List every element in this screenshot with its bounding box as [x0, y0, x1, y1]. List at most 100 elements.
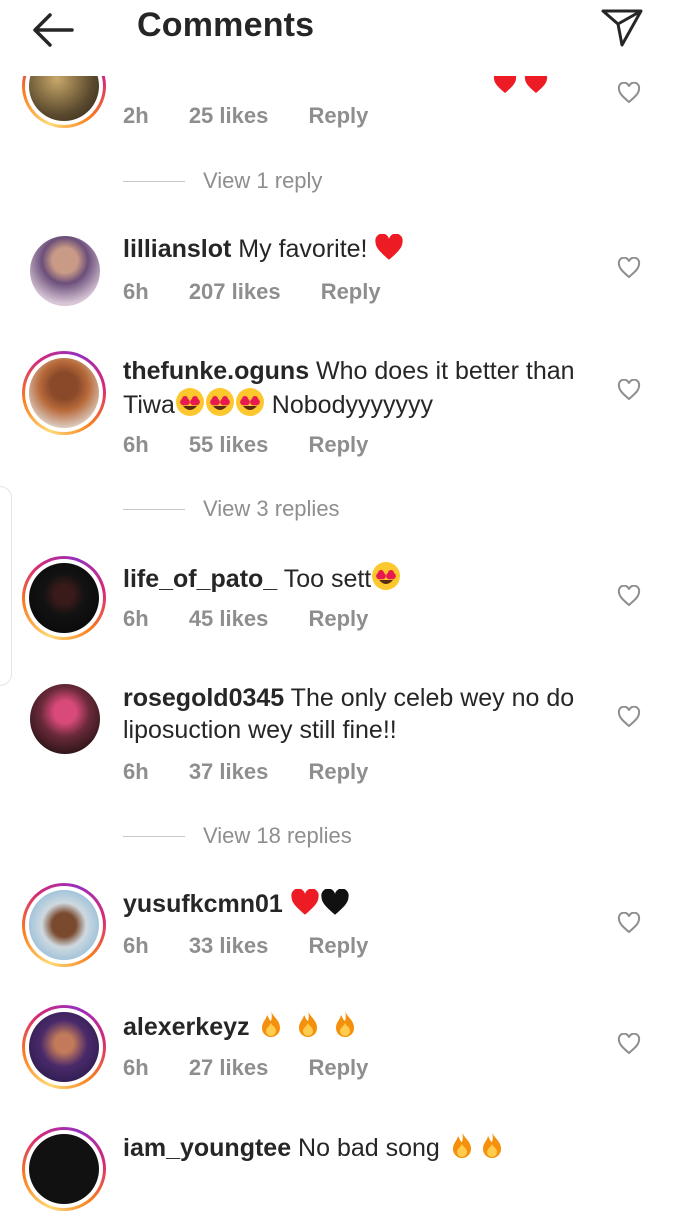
heart-outline-icon	[617, 256, 641, 279]
comment-meta: 6h 55 likes Reply	[123, 432, 402, 458]
comment-text	[283, 890, 290, 918]
reply-button[interactable]: Reply	[308, 432, 368, 457]
comment-meta: 6h 207 likes Reply	[123, 279, 415, 305]
fire-emoji-icon	[447, 1130, 477, 1168]
divider-line	[123, 180, 185, 182]
fire-emoji-icon	[330, 1009, 360, 1047]
page-title: Comments	[137, 6, 315, 44]
avatar[interactable]	[30, 236, 100, 306]
avatar-image	[29, 563, 99, 633]
heart-outline-icon	[617, 81, 641, 104]
avatar[interactable]	[22, 556, 106, 640]
black-heart-emoji-icon	[320, 888, 350, 924]
comment-text-continued: Nobodyyyyyyy	[264, 391, 433, 419]
comment-username[interactable]: iam_youngtee	[123, 1134, 291, 1162]
avatar-image	[29, 1012, 99, 1082]
divider-line	[123, 508, 185, 510]
heart-outline-icon	[617, 911, 641, 934]
avatar[interactable]	[22, 351, 106, 435]
likes-count[interactable]: 55 likes	[189, 432, 269, 457]
paper-plane-icon	[601, 9, 643, 47]
likes-count[interactable]: 33 likes	[189, 933, 269, 958]
reply-button[interactable]: Reply	[308, 933, 368, 958]
avatar[interactable]	[22, 883, 106, 967]
likes-count[interactable]: 27 likes	[189, 1055, 269, 1080]
reply-button[interactable]: Reply	[321, 279, 381, 304]
avatar-image	[30, 236, 100, 306]
comment-meta: 2h 25 likes Reply	[123, 103, 402, 129]
comment-time: 6h	[123, 279, 149, 304]
avatar-image	[30, 684, 100, 754]
view-replies-button[interactable]: View 3 replies	[123, 496, 340, 522]
comment-meta: 6h 33 likes Reply	[123, 933, 402, 959]
comment-meta: 6h 27 likes Reply	[123, 1055, 402, 1081]
view-replies-label: View 1 reply	[203, 168, 323, 193]
heart-eyes-emoji-icon	[371, 561, 401, 599]
heart-eyes-emoji-icon	[205, 387, 235, 425]
comment-text: Too sett	[277, 565, 372, 593]
view-replies-button[interactable]: View 1 reply	[123, 168, 322, 194]
comment-text: No bad song	[291, 1134, 440, 1162]
heart-outline-icon	[617, 1032, 641, 1055]
comment-body: lillianslot My favorite!	[123, 233, 603, 269]
likes-count[interactable]: 207 likes	[189, 279, 281, 304]
red-heart-emoji-icon	[374, 233, 404, 269]
like-button[interactable]	[617, 378, 641, 401]
comment-time: 6h	[123, 1055, 149, 1080]
comment-time: 6h	[123, 432, 149, 457]
reply-button[interactable]: Reply	[308, 1055, 368, 1080]
fire-emoji-icon	[256, 1009, 286, 1047]
comment-body: alexerkeyz	[123, 1009, 603, 1047]
likes-count[interactable]: 45 likes	[189, 606, 269, 631]
heart-outline-icon	[617, 705, 641, 728]
avatar[interactable]	[22, 1005, 106, 1089]
reply-button[interactable]: Reply	[308, 103, 368, 128]
like-button[interactable]	[617, 256, 641, 279]
comment-username[interactable]: alexerkeyz	[123, 1013, 250, 1041]
reply-button[interactable]: Reply	[308, 759, 368, 784]
comment-meta: 6h 37 likes Reply	[123, 759, 402, 785]
comment-body: rosegold0345 The only celeb wey no do li…	[123, 682, 603, 746]
like-button[interactable]	[617, 705, 641, 728]
comment-meta: 6h 45 likes Reply	[123, 606, 402, 632]
back-button[interactable]	[28, 8, 78, 52]
avatar-image	[29, 358, 99, 428]
avatar[interactable]	[22, 1127, 106, 1211]
like-button[interactable]	[617, 81, 641, 104]
reply-button[interactable]: Reply	[308, 606, 368, 631]
comment-text: My favorite!	[231, 235, 368, 263]
view-replies-label: View 3 replies	[203, 496, 340, 521]
like-button[interactable]	[617, 1032, 641, 1055]
likes-count[interactable]: 25 likes	[189, 103, 269, 128]
like-button[interactable]	[617, 911, 641, 934]
heart-outline-icon	[617, 584, 641, 607]
fire-emoji-icon	[477, 1130, 507, 1168]
view-replies-label: View 18 replies	[203, 823, 352, 848]
like-button[interactable]	[617, 584, 641, 607]
comment-username[interactable]: thefunke.oguns	[123, 357, 309, 385]
header-bar: Comments	[0, 0, 683, 58]
comment-time: 2h	[123, 103, 149, 128]
comment-text	[250, 1013, 257, 1041]
fire-emoji-icon	[293, 1009, 323, 1047]
comment-username[interactable]: yusufkcmn01	[123, 890, 283, 918]
comment-body: life_of_pato_ Too sett	[123, 561, 603, 599]
direct-share-button[interactable]	[598, 4, 646, 50]
heart-eyes-emoji-icon	[175, 387, 205, 425]
avatar-image	[29, 1134, 99, 1204]
likes-count[interactable]: 37 likes	[189, 759, 269, 784]
comment-username[interactable]: life_of_pato_	[123, 565, 277, 593]
comment-username[interactable]: rosegold0345	[123, 684, 284, 712]
comment-body: iam_youngtee No bad song	[123, 1130, 603, 1168]
avatar-image	[29, 890, 99, 960]
divider-line	[123, 835, 185, 837]
heart-outline-icon	[617, 378, 641, 401]
comment-username[interactable]: lillianslot	[123, 235, 231, 263]
comment-body: thefunke.oguns Who does it better than T…	[123, 355, 603, 425]
heart-eyes-emoji-icon	[235, 387, 265, 425]
comment-time: 6h	[123, 759, 149, 784]
avatar[interactable]	[30, 684, 100, 754]
header-divider	[0, 58, 683, 76]
comment-time: 6h	[123, 606, 149, 631]
view-replies-button[interactable]: View 18 replies	[123, 823, 352, 849]
